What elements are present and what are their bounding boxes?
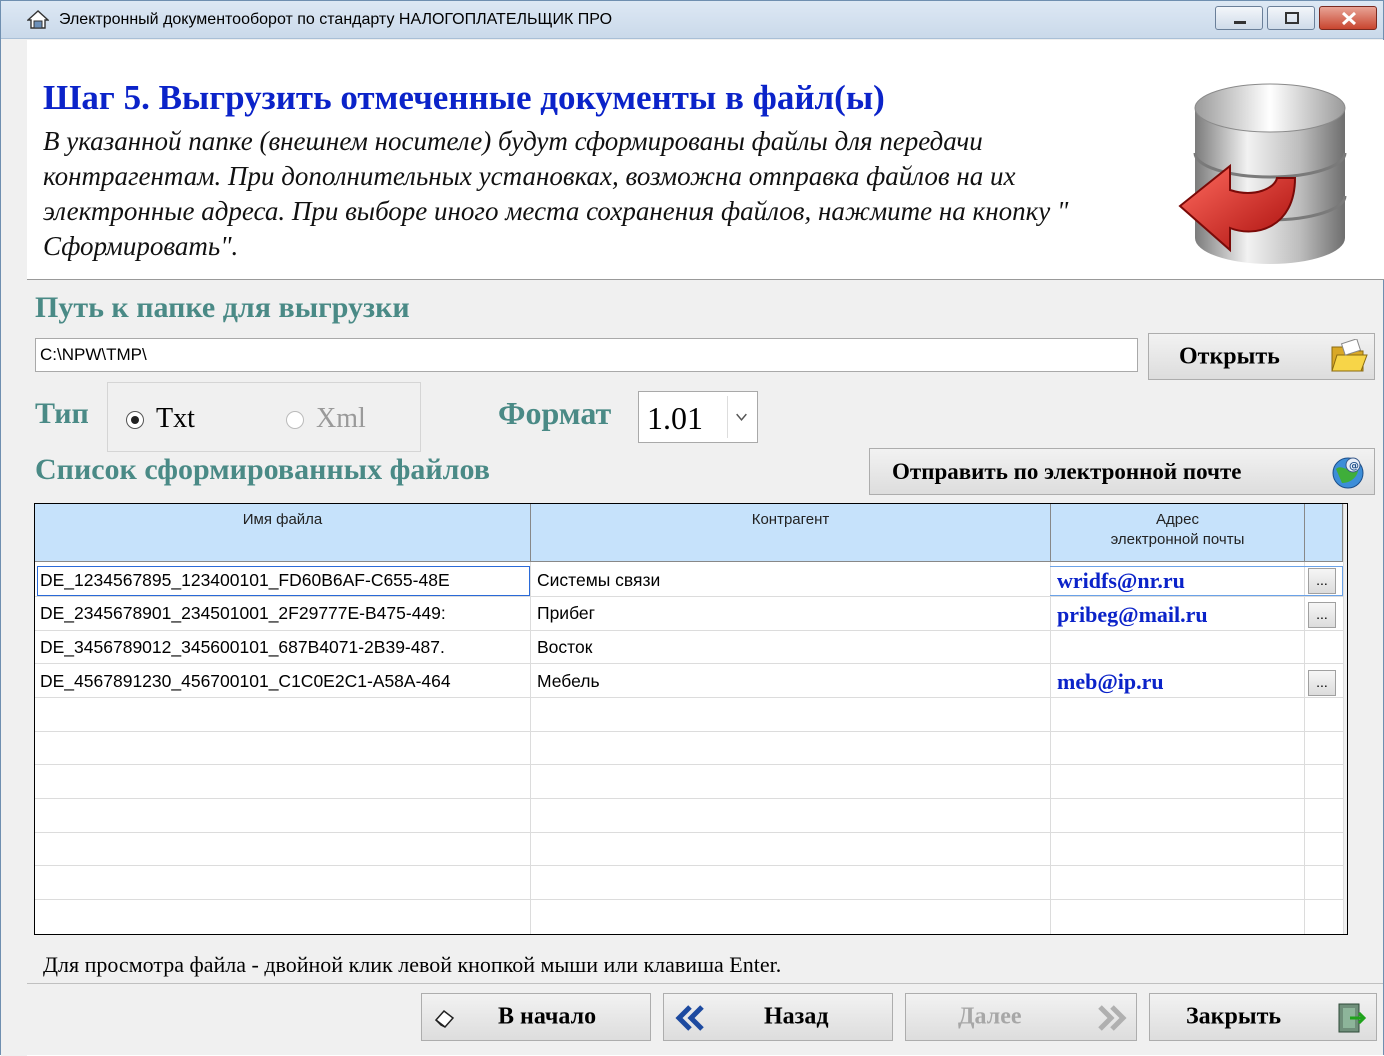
contractor-cell[interactable]: Системы связи <box>537 570 1047 591</box>
send-email-button[interactable]: Отправить по электронной почте @ <box>869 448 1375 495</box>
email-edit-button[interactable]: ... <box>1308 568 1336 594</box>
grid-line <box>530 562 531 934</box>
grid-line <box>35 663 1343 664</box>
contractor-cell[interactable]: Мебель <box>537 671 1047 692</box>
close-icon <box>1341 11 1357 26</box>
double-chevron-left-icon <box>675 1005 704 1031</box>
col-header-action <box>1305 504 1343 562</box>
grid-line <box>35 865 1343 866</box>
grid-line <box>35 899 1343 900</box>
left-edge <box>1 40 27 1056</box>
step-header: Шаг 5. Выгрузить отмеченные документы в … <box>27 40 1384 280</box>
export-path-input[interactable] <box>35 338 1138 372</box>
database-export-icon <box>1178 83 1347 264</box>
start-button[interactable]: В начало <box>421 993 651 1041</box>
globe-mail-icon: @ <box>1332 457 1364 489</box>
next-label: Далее <box>958 1003 1022 1030</box>
file-name-cell[interactable]: DE_1234567895_123400101_FD60B6AF-C655-48… <box>40 570 530 591</box>
grid-line <box>1050 562 1051 934</box>
close-window-button[interactable] <box>1319 6 1377 30</box>
files-grid[interactable]: Имя файла Контрагент Адрес электронной п… <box>34 503 1348 935</box>
email-edit-button[interactable]: ... <box>1308 602 1336 628</box>
type-label: Тип <box>35 397 89 430</box>
chevron-down-icon <box>727 396 747 438</box>
col-header-email-label-2: электронной почты <box>1110 531 1245 548</box>
grid-line <box>35 764 1343 765</box>
hint-text: Для просмотра файла - двойной клик левой… <box>43 952 782 977</box>
window-title: Электронный документооборот по стандарту… <box>59 11 613 28</box>
col-header-contractor-label: Контрагент <box>751 511 830 528</box>
open-folder-button[interactable]: Открыть <box>1148 333 1375 380</box>
close-label: Закрыть <box>1186 1003 1282 1030</box>
grid-line <box>35 697 1343 698</box>
col-header-email[interactable]: Адрес электронной почты <box>1051 504 1305 562</box>
type-radio-xml-label: Xml <box>316 403 366 434</box>
back-label: Назад <box>764 1003 829 1030</box>
folder-open-icon <box>1331 339 1368 372</box>
exit-door-icon <box>1338 1003 1367 1033</box>
grid-line <box>35 731 1343 732</box>
grid-line <box>35 798 1343 799</box>
col-header-file[interactable]: Имя файла <box>35 504 531 562</box>
maximize-icon <box>1285 12 1299 24</box>
send-email-label: Отправить по электронной почте <box>892 458 1242 484</box>
svg-text:@: @ <box>1349 461 1359 472</box>
contractor-cell[interactable]: Восток <box>537 637 1047 658</box>
grid-line <box>35 596 1343 597</box>
col-header-file-label: Имя файла <box>242 511 323 528</box>
eraser-icon <box>434 1009 455 1029</box>
close-button[interactable]: Закрыть <box>1149 993 1377 1041</box>
email-cell[interactable]: meb@ip.ru <box>1057 669 1164 695</box>
double-chevron-right-icon <box>1098 1005 1127 1031</box>
email-cell[interactable]: wridfs@nr.ru <box>1057 568 1185 594</box>
radio-unchecked-icon <box>286 411 304 429</box>
file-name-cell[interactable]: DE_2345678901_234501001_2F29777E-B475-44… <box>40 603 530 624</box>
grid-line <box>1304 562 1305 934</box>
main-window: Электронный документооборот по стандарту… <box>0 0 1384 1056</box>
email-edit-button[interactable]: ... <box>1308 670 1336 696</box>
radio-checked-icon <box>126 411 144 429</box>
title-bar[interactable]: Электронный документооборот по стандарту… <box>1 1 1383 39</box>
col-header-email-label-1: Адрес <box>1156 511 1199 528</box>
file-name-cell[interactable]: DE_4567891230_456700101_C1C0E2C1-A58A-46… <box>40 671 530 692</box>
next-button[interactable]: Далее <box>905 993 1137 1041</box>
col-header-contractor[interactable]: Контрагент <box>531 504 1051 562</box>
minimize-button[interactable] <box>1215 6 1263 30</box>
back-button[interactable]: Назад <box>663 993 893 1041</box>
type-radio-group: Txt Xml <box>107 382 421 452</box>
step-title: Шаг 5. Выгрузить отмеченные документы в … <box>43 78 885 117</box>
file-name-cell[interactable]: DE_3456789012_345600101_687B4071-2B39-48… <box>40 637 530 658</box>
grid-scrollbar[interactable] <box>1343 504 1347 934</box>
open-folder-label: Открыть <box>1179 343 1280 369</box>
contractor-cell[interactable]: Прибег <box>537 603 1047 624</box>
start-label: В начало <box>498 1003 597 1030</box>
files-list-label: Список сформированных файлов <box>35 453 490 486</box>
type-radio-txt-label: Txt <box>156 403 195 434</box>
app-house-icon <box>27 10 49 29</box>
format-selected-value: 1.01 <box>647 400 703 436</box>
export-path-label: Путь к папке для выгрузки <box>35 291 410 324</box>
email-cell[interactable]: pribeg@mail.ru <box>1057 602 1208 628</box>
minimize-icon <box>1234 21 1246 24</box>
format-label: Формат <box>498 395 612 431</box>
grid-line <box>35 832 1343 833</box>
maximize-button[interactable] <box>1267 6 1315 30</box>
format-select[interactable]: 1.01 <box>638 391 758 443</box>
grid-line <box>35 630 1343 631</box>
step-description: В указанной папке (внешнем носителе) буд… <box>43 126 1069 261</box>
